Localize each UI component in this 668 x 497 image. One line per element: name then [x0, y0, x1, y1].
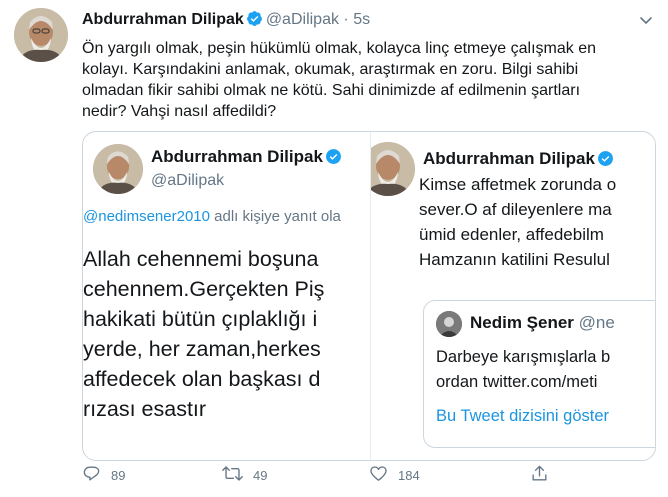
share-icon [530, 464, 559, 486]
quote-text-line: hakikati bütün çıplaklığı i [83, 307, 318, 331]
avatar-image [14, 8, 68, 62]
quote-author-handle: @aDilipak [151, 172, 225, 189]
quote-text: Allah cehennemi boşuna cehennem.Gerçekte… [83, 244, 324, 424]
quote-text-line: sever.O af dileyenlere ma [419, 200, 612, 219]
tweet-text-line: nedir? Vahşi nasıl affedildi? [82, 103, 277, 120]
quote-panel-right: Abdurrahman Dilipak Kimse affetmek zorun… [370, 132, 655, 460]
tweet-text: Ön yargılı olmak, peşin hükümlü olmak, k… [82, 38, 652, 122]
retweet-count: 49 [253, 467, 268, 483]
reply-to-suffix: adlı kişiye yanıt ola [209, 208, 341, 225]
avatar[interactable] [14, 8, 68, 62]
verified-badge-icon [597, 150, 614, 173]
inner-text-line: ordan twitter.com/meti [436, 373, 598, 391]
reply-count: 89 [111, 467, 126, 483]
inner-text: Darbeye karışmışlarla b ordan twitter.co… [436, 345, 610, 395]
show-thread-link: Bu Tweet dizisini göster [436, 407, 610, 425]
quote-avatar [93, 144, 143, 194]
quote-text-line: ümid edenler, affedebilm [419, 225, 604, 244]
quote-header: Abdurrahman Dilipak @aDilipak [151, 146, 345, 191]
quote-panel-left: Abdurrahman Dilipak @aDilipak @nedimsene… [83, 132, 370, 460]
reply-icon [82, 464, 111, 486]
quote-text-line: yerde, her zaman,herkes [83, 337, 321, 361]
header-separator: · [343, 11, 349, 28]
quote-author-name: Abdurrahman Dilipak [423, 149, 595, 168]
reply-to-line: @nedimsener2010 adlı kişiye yanıt ola [83, 208, 341, 225]
quote-author-name: Abdurrahman Dilipak [151, 147, 323, 166]
verified-badge-icon [325, 148, 342, 171]
quote-avatar [371, 142, 415, 196]
avatar-image [93, 144, 143, 194]
inner-author-name: Nedim Şener [470, 313, 574, 332]
quoted-image-card[interactable]: Abdurrahman Dilipak @aDilipak @nedimsene… [82, 131, 656, 461]
verified-badge-icon [246, 10, 263, 33]
retweet-button[interactable]: 49 [222, 464, 267, 486]
quote-text-line: Kimse affetmek zorunda o [419, 175, 617, 194]
tweet-text-line: kolayı. Karşındakini anlamak, okumak, ar… [82, 61, 579, 78]
reply-button[interactable]: 89 [82, 464, 125, 486]
chevron-down-icon[interactable] [638, 12, 654, 33]
tweet[interactable]: Abdurrahman Dilipak @aDilipak · 5s Ön yar… [0, 0, 668, 497]
tweet-text-line: Ön yargılı olmak, peşin hükümlü olmak, k… [82, 40, 596, 57]
inner-quote-card: Nedim Şener @ne Darbeye karışmışlarla b … [423, 300, 655, 448]
author-handle[interactable]: @aDilipak [266, 11, 339, 28]
quote-header: Abdurrahman Dilipak [423, 148, 617, 173]
tweet-time[interactable]: 5s [353, 11, 370, 28]
quote-text-line: Allah cehennemi boşuna [83, 247, 319, 271]
heart-icon [369, 464, 398, 486]
inner-text-line: Darbeye karışmışlarla b [436, 348, 611, 366]
avatar-image [371, 142, 415, 196]
quote-text-line: affedecek olan başkası d [83, 367, 321, 391]
share-button[interactable] [530, 464, 559, 486]
quote-text-line: cehennem.Gerçekten Piş [83, 277, 325, 301]
author-name[interactable]: Abdurrahman Dilipak [82, 11, 244, 28]
tweet-text-line: olmadan fikir sahibi olmak ne kötü. Sahi… [82, 82, 581, 99]
quote-text-line: Hamzanın katilini Resulul [419, 250, 610, 269]
like-count: 184 [398, 467, 420, 483]
inner-author-handle: @ne [578, 313, 615, 332]
quote-text: Kimse affetmek zorunda o sever.O af dile… [419, 172, 616, 272]
like-button[interactable]: 184 [369, 464, 420, 486]
tweet-header: Abdurrahman Dilipak @aDilipak · 5s [82, 10, 370, 33]
tweet-actions: 89 49 184 [82, 464, 656, 486]
quote-text-line: rızası esastır [83, 397, 207, 421]
inner-avatar [436, 311, 462, 337]
reply-to-handle: @nedimsener2010 [83, 208, 210, 225]
inner-author: Nedim Şener @ne [470, 313, 615, 333]
retweet-icon [222, 464, 253, 486]
